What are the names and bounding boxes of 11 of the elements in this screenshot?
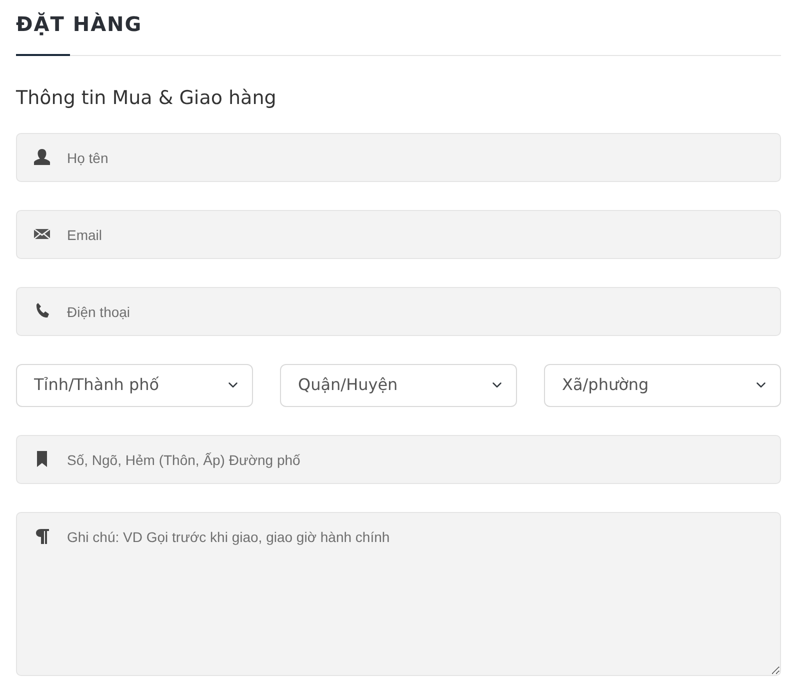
name-field[interactable]: Họ tên: [16, 132, 781, 182]
email-field[interactable]: Email: [16, 210, 781, 258]
person-icon: [32, 146, 52, 166]
dropdown[interactable]: Tỉnh/Thành phố: [16, 364, 253, 406]
page-heading: ĐẶT HÀNG: [16, 12, 144, 38]
phone-field[interactable]: Điện thoại: [16, 286, 781, 336]
address-field[interactable]: Số, Ngõ, Hẻm (Thôn, Ấp) Đường phố: [16, 434, 781, 484]
dropdown[interactable]: Quận/Huyện: [280, 364, 517, 406]
note-field[interactable]: Ghi chú: VD Gọi trước khi giao, giao giờ hành chính: [16, 512, 781, 676]
dropdown[interactable]: Xã/phường: [544, 364, 781, 406]
section-title: Thông tin Mua & Giao hàng: [16, 86, 278, 111]
